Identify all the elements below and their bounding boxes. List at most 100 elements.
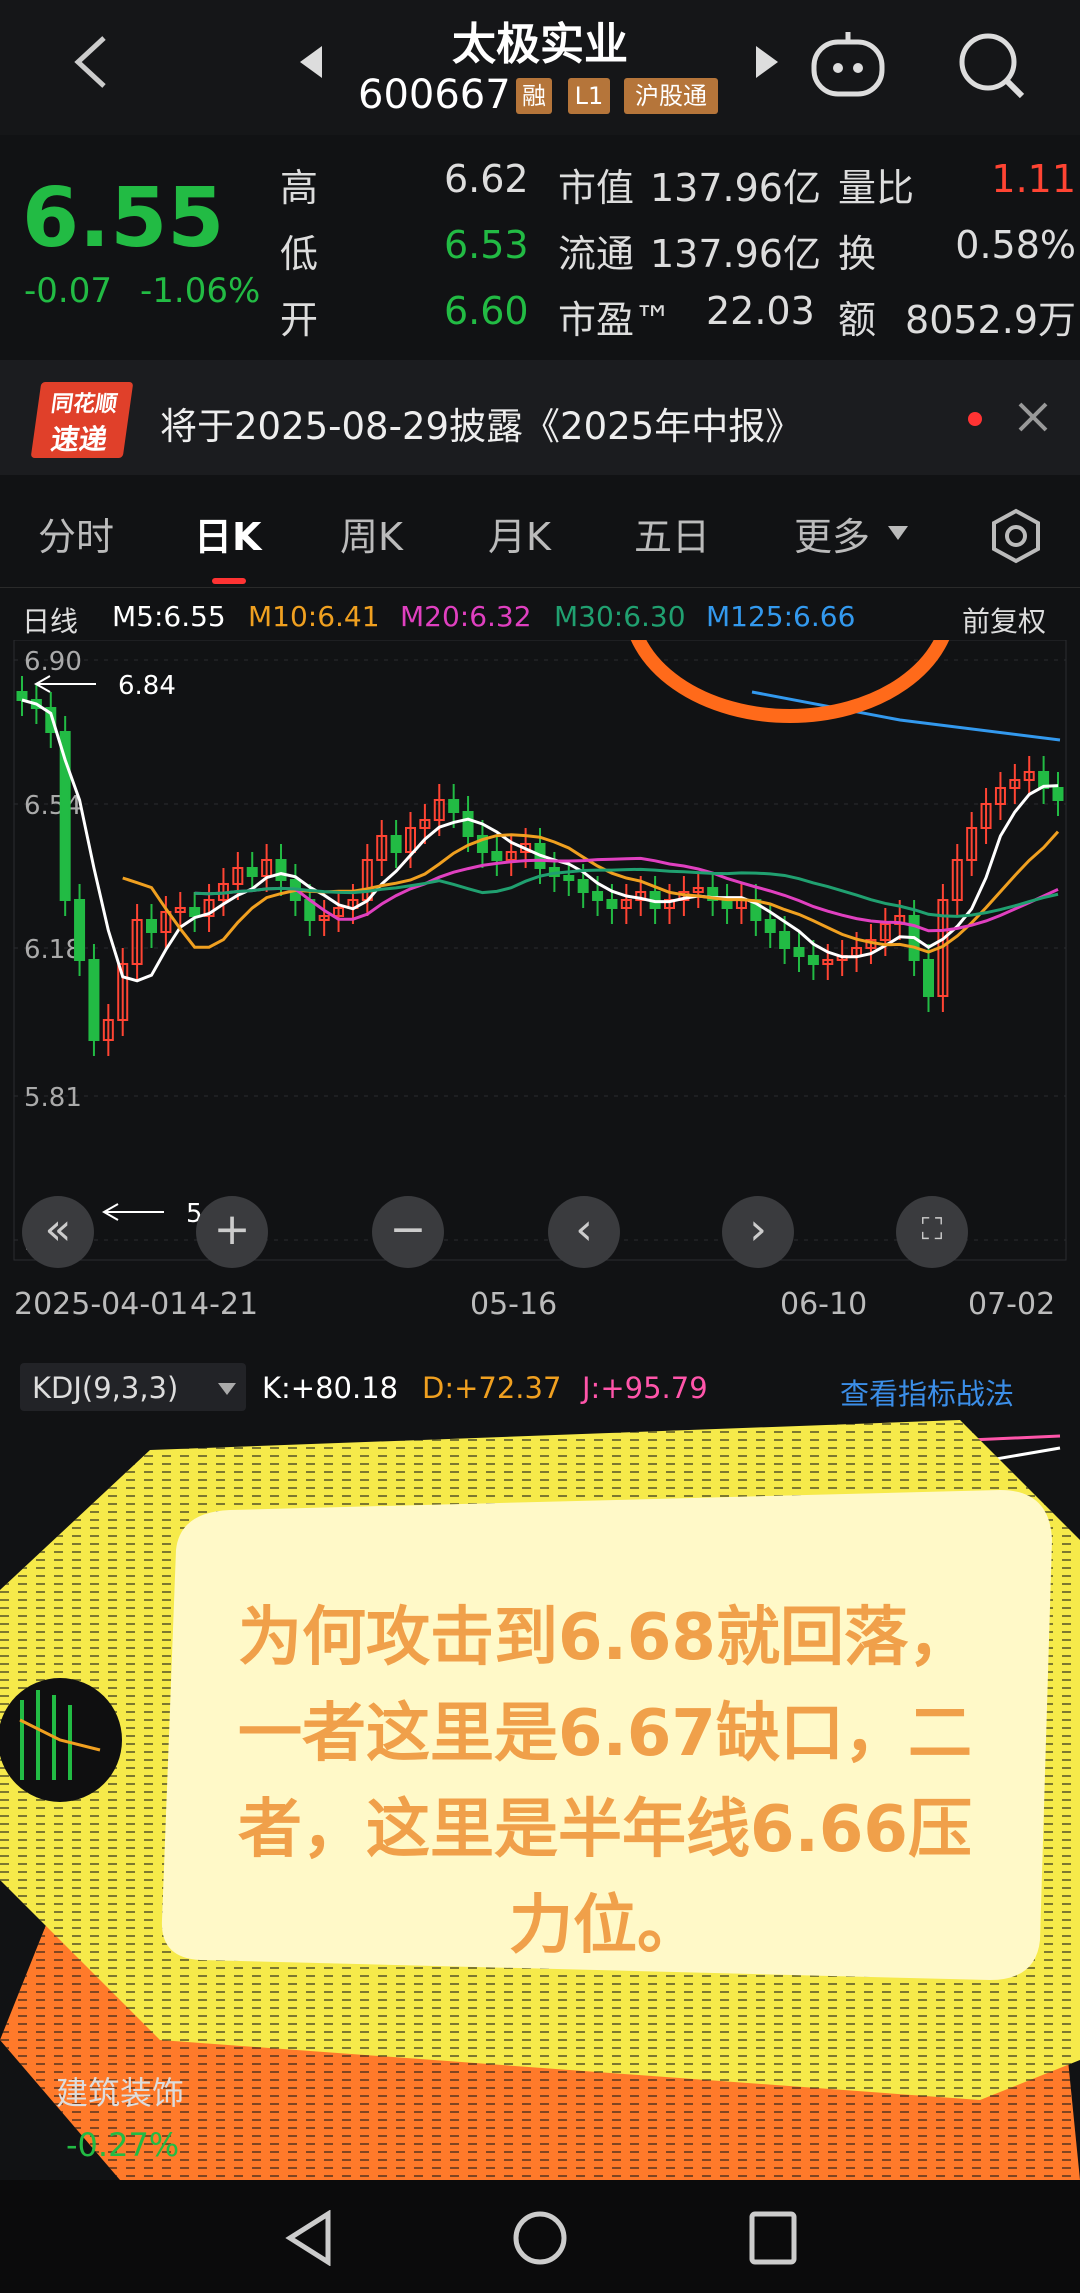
ma-legend: 日线 M5:6.55 M10:6.41 M20:6.32 M30:6.30 M1… — [0, 590, 1080, 645]
candle-body — [189, 907, 201, 917]
news-text[interactable]: 将于2025-08-29披露《2025年中报》 — [160, 396, 802, 450]
close-icon[interactable] — [1016, 400, 1050, 438]
scroll-left-icon[interactable]: ‹ — [548, 1196, 620, 1268]
y-tick-label: 6.54 — [24, 791, 82, 821]
rewind-icon[interactable]: « — [22, 1196, 94, 1268]
y-tick-label: 5.81 — [24, 1083, 82, 1113]
label-volume-ratio: 量比 — [838, 166, 915, 210]
home-nav-icon[interactable] — [512, 2210, 568, 2270]
candle-body — [16, 691, 28, 701]
system-nav-bar — [0, 2180, 1080, 2293]
kdj-d-value: D:+72.37 — [422, 1371, 562, 1405]
tag-margin: 融 — [516, 78, 552, 114]
value-float-cap: 137.96亿 — [650, 232, 821, 276]
candle-body — [74, 899, 86, 961]
tab-more[interactable]: 更多 — [794, 506, 870, 561]
price-change-pct: -1.06% — [140, 271, 261, 311]
label-float-cap: 流通 — [558, 232, 635, 276]
chart-settings-icon[interactable] — [988, 508, 1044, 568]
search-icon[interactable] — [956, 30, 1026, 104]
ths-express-logo: 同花顺 速递 — [30, 382, 134, 458]
scroll-right-icon[interactable]: › — [722, 1196, 794, 1268]
tab-five-day[interactable]: 五日 — [634, 506, 710, 561]
candle-body — [491, 851, 503, 861]
zoom-in-icon[interactable]: + — [196, 1196, 268, 1268]
annotation-ellipse — [630, 640, 950, 723]
candle-body — [563, 875, 575, 881]
kdj-k-value: K:+80.18 — [262, 1371, 399, 1405]
kdj-j-value: J:+95.79 — [582, 1371, 708, 1405]
tab-intraday[interactable]: 分时 — [38, 506, 114, 561]
header-bar: 太极实业 600667 融 L1 沪股通 — [0, 0, 1080, 135]
candle-body — [448, 799, 460, 813]
x-tick-label: 2025-04-01 — [14, 1287, 188, 1322]
candle-body — [592, 891, 604, 901]
candle-body — [246, 867, 258, 877]
y-tick-label: 6.90 — [24, 647, 82, 677]
value-market-cap: 137.96亿 — [650, 166, 821, 210]
candle-body — [779, 931, 791, 949]
candle-body — [577, 879, 589, 893]
ma125-value: M125:6.66 — [706, 600, 856, 633]
candle-body — [764, 919, 776, 933]
indicator-strategy-link[interactable]: 查看指标战法 — [840, 1371, 1014, 1413]
value-amount: 8052.9万 — [905, 298, 1076, 342]
period-tabs: 分时 日K 周K 月K 五日 更多 — [0, 478, 1080, 588]
last-price: 6.55 — [22, 171, 225, 266]
candle-body — [721, 899, 733, 909]
ma-period-label: 日线 — [22, 605, 79, 638]
high-marker-label: 6.84 — [118, 671, 176, 701]
logo-top-text: 同花顺 — [49, 392, 119, 417]
ma5-value: M5:6.55 — [112, 600, 226, 633]
kline-chart[interactable]: 6.906.546.185.815.452025-04-014-2105-160… — [0, 640, 1080, 1322]
unread-dot — [968, 412, 982, 426]
fullscreen-icon[interactable]: ⛶ — [896, 1196, 968, 1268]
next-stock-icon[interactable] — [752, 44, 782, 84]
robot-assistant-icon[interactable] — [808, 28, 888, 104]
sector-name[interactable]: 建筑装饰 — [56, 2068, 184, 2114]
candle-body — [793, 947, 805, 957]
kdj-dropdown-icon — [218, 1383, 236, 1395]
stock-name: 太极实业 — [452, 19, 628, 70]
candle-body — [88, 959, 100, 1041]
quote-panel: 6.55 -0.07 -1.06% 高 6.62 市值 137.96亿 量比 1… — [0, 135, 1080, 360]
tab-weekly-k[interactable]: 周K — [340, 506, 403, 561]
recents-nav-icon[interactable] — [748, 2210, 798, 2270]
note-text: 为何攻击到6.68就回落，一者这里是6.67缺口，二者，这里是半年线6.66压力… — [238, 1601, 972, 1963]
chart-frame — [13, 640, 1067, 1261]
x-tick-label: 07-02 — [968, 1287, 1055, 1322]
value-volume-ratio: 1.11 — [991, 157, 1076, 201]
label-high: 高 — [280, 166, 319, 210]
candle-body — [462, 811, 474, 837]
back-nav-icon[interactable] — [284, 2209, 334, 2270]
tag-l1: L1 — [568, 78, 610, 114]
stock-code: 600667 — [358, 72, 511, 118]
tab-monthly-k[interactable]: 月K — [488, 506, 551, 561]
label-open: 开 — [280, 298, 319, 342]
candle-body — [146, 919, 157, 933]
candle-body — [275, 859, 287, 881]
candle-body — [807, 955, 819, 965]
x-tick-label: 06-10 — [780, 1287, 867, 1322]
news-ticker[interactable]: 同花顺 速递 将于2025-08-29披露《2025年中报》 — [0, 360, 1080, 475]
zoom-out-icon[interactable]: − — [372, 1196, 444, 1268]
tab-daily-k[interactable]: 日K — [194, 506, 261, 561]
price-adjust-toggle[interactable]: 前复权 — [962, 600, 1046, 640]
x-tick-label: 4-21 — [190, 1287, 258, 1322]
logo-bottom-text: 速递 — [48, 423, 110, 456]
x-tick-label: 05-16 — [470, 1287, 557, 1322]
kdj-selector[interactable]: KDJ(9,3,3) — [20, 1363, 246, 1411]
label-pe-ttm: 市盈™ — [558, 298, 673, 342]
ma20-value: M20:6.32 — [400, 600, 532, 633]
sector-change: -0.27% — [66, 2126, 180, 2164]
active-tab-indicator — [212, 578, 246, 584]
value-low: 6.53 — [444, 223, 529, 267]
candle-body — [390, 835, 402, 853]
label-low: 低 — [280, 232, 319, 276]
label-market-cap: 市值 — [558, 166, 635, 210]
value-turnover: 0.58% — [955, 223, 1076, 267]
candle-body — [1052, 787, 1064, 801]
candle-body — [606, 899, 618, 909]
value-pe-ttm: 22.03 — [706, 289, 815, 333]
value-high: 6.62 — [444, 157, 529, 201]
